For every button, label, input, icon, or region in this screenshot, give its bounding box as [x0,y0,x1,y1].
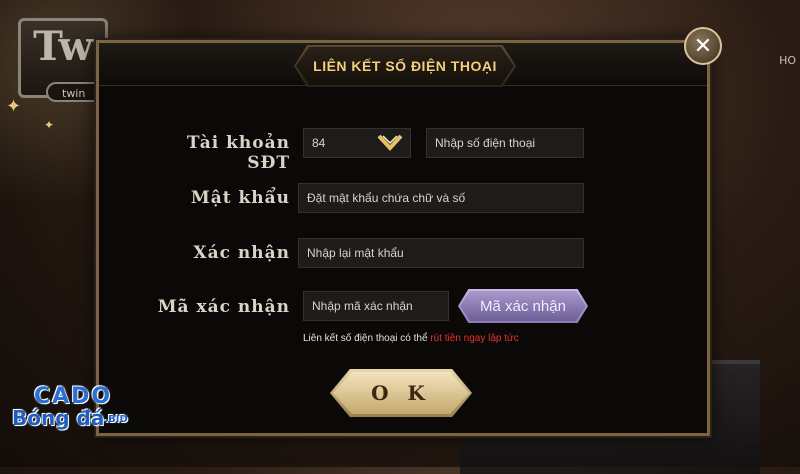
ok-button-label: O K [371,381,431,405]
title-plate: LIÊN KẾT SỐ ĐIỆN THOẠI [294,45,516,87]
phone-label: Tài khoản SĐT [186,133,290,173]
notice-prefix: Liên kết số điện thoại có thể [303,333,431,344]
password-label: Mật khẩu [190,188,290,208]
sparkle-icon: ✦ [6,96,22,117]
watermark-bottom-text: Bóng đá [12,406,105,430]
captcha-label: Mã xác nhận [157,297,290,317]
ok-button[interactable]: O K [330,369,472,417]
confirm-password-input[interactable] [298,238,584,268]
captcha-input[interactable] [303,291,449,321]
password-input[interactable] [298,183,584,213]
password-input-box[interactable] [307,191,575,205]
close-icon: ✕ [693,33,713,59]
captcha-button-label: Mã xác nhận [480,297,566,315]
watermark-logo: CADO Bóng đá.BID [10,384,180,434]
notice-text: Liên kết số điện thoại có thể rút tiền n… [303,333,519,344]
notice-highlight: rút tiền ngay lập tức [430,333,519,344]
background-right-label: HO [779,54,796,67]
dialog-header: LIÊN KẾT SỐ ĐIỆN THOẠI [99,43,707,87]
captcha-input-box[interactable] [312,299,440,313]
country-code-value: 84 [312,136,326,150]
watermark-suffix: .BID [104,414,128,425]
sparkle-icon: ✦ [44,118,55,132]
phone-input[interactable] [426,128,584,158]
country-code-select[interactable]: 84 [303,128,411,158]
dialog-title: LIÊN KẾT SỐ ĐIỆN THOẠI [313,58,497,74]
close-button[interactable]: ✕ [684,27,722,65]
confirm-password-input-box[interactable] [307,246,575,260]
chevron-down-icon [377,134,403,151]
get-captcha-button[interactable]: Mã xác nhận [458,289,588,323]
watermark-bottom: Bóng đá.BID [12,406,128,430]
phone-input-box[interactable] [435,136,575,150]
confirm-label: Xác nhận [193,243,290,263]
